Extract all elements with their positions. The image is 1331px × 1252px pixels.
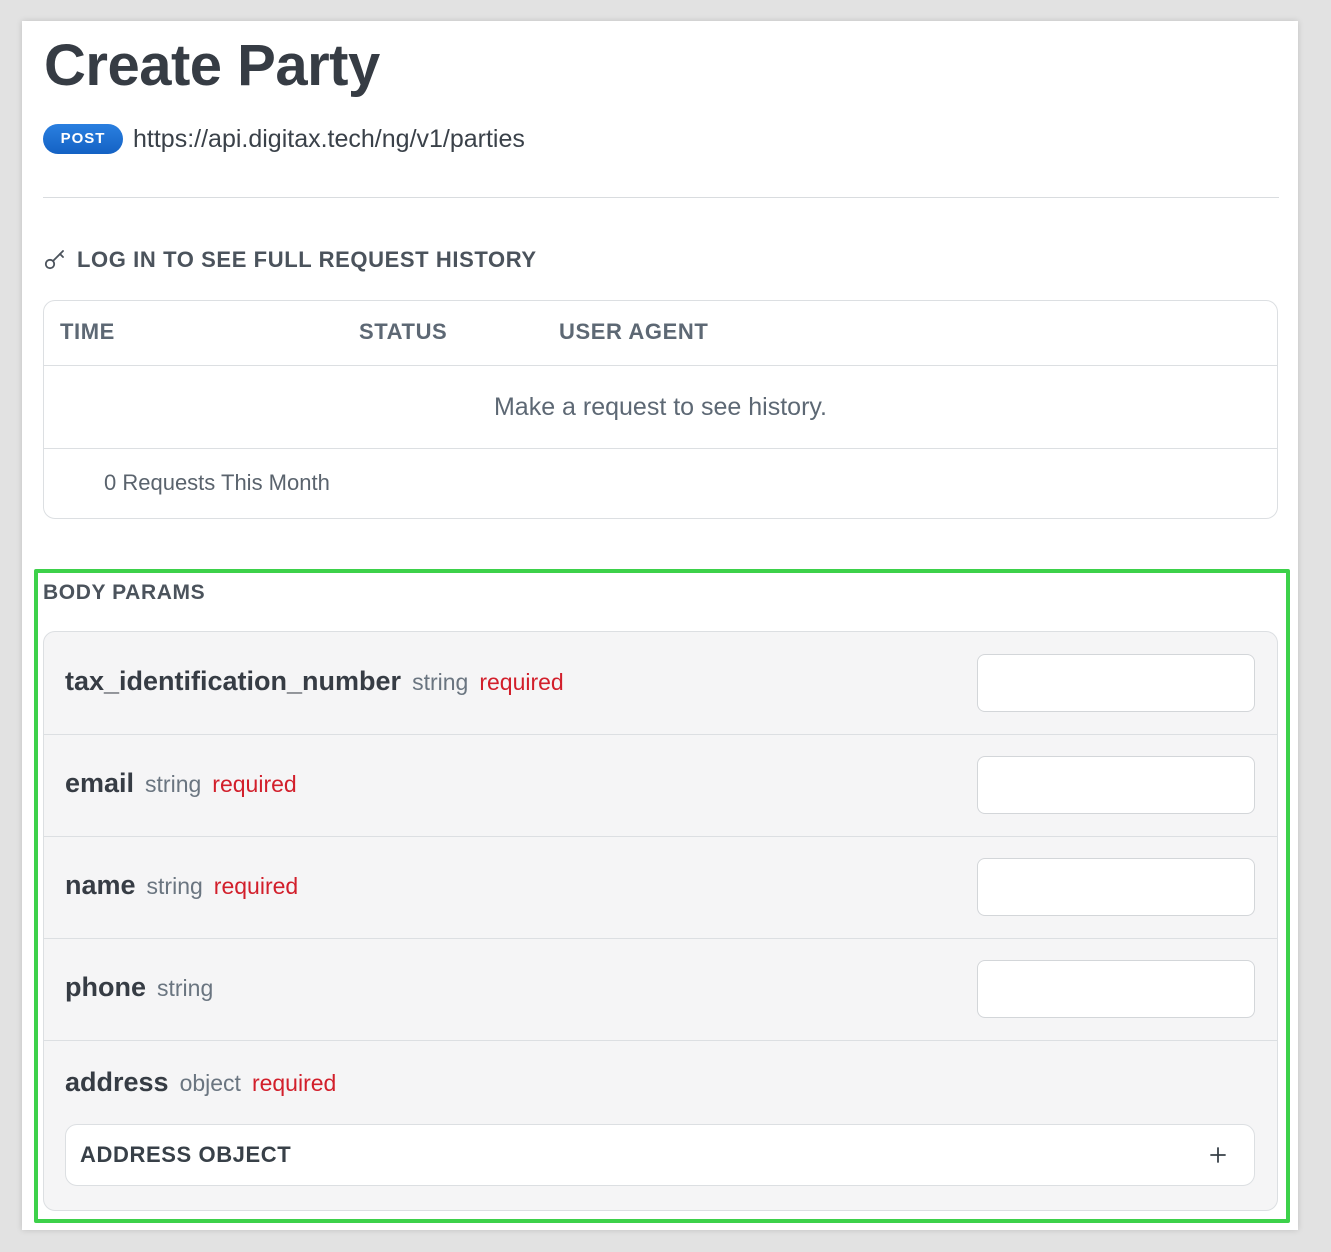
param-row-name: name string required	[44, 836, 1277, 939]
param-name: address	[65, 1067, 169, 1097]
param-row-address: address object required ADDRESS OBJECT	[44, 1040, 1277, 1210]
param-type: string	[145, 771, 202, 797]
param-type: string	[146, 873, 203, 899]
param-row-phone: phone string	[44, 938, 1277, 1041]
endpoint-url: https://api.digitax.tech/ng/v1/parties	[133, 124, 525, 153]
key-icon	[44, 250, 64, 270]
param-row-tax-identification-number: tax_identification_number string require…	[44, 632, 1277, 735]
param-type: object	[179, 1070, 241, 1096]
param-name: name	[65, 870, 136, 900]
param-required: required	[479, 669, 564, 695]
method-badge: POST	[43, 124, 123, 154]
app-window: Create Party POST https://api.digitax.te…	[22, 21, 1298, 1230]
monthly-request-count: 0 Requests This Month	[104, 470, 330, 495]
param-type: string	[157, 975, 214, 1001]
column-header-time: TIME	[60, 319, 115, 344]
param-row-email: email string required	[44, 734, 1277, 837]
param-label: email string required	[65, 768, 297, 799]
param-type: string	[412, 669, 469, 695]
body-params-heading: BODY PARAMS	[43, 581, 206, 604]
param-label: tax_identification_number string require…	[65, 666, 564, 697]
phone-input[interactable]	[977, 960, 1255, 1018]
empty-history-message: Make a request to see history.	[44, 366, 1277, 449]
column-header-user-agent: USER AGENT	[559, 319, 709, 344]
param-required: required	[212, 771, 297, 797]
param-required: required	[213, 873, 299, 899]
address-object-label: ADDRESS OBJECT	[80, 1142, 292, 1167]
login-history-label: LOG IN TO SEE FULL REQUEST HISTORY	[77, 247, 537, 272]
param-label: phone string	[65, 972, 224, 1003]
address-object-expander[interactable]: ADDRESS OBJECT	[65, 1124, 1255, 1186]
tax-identification-number-input[interactable]	[977, 654, 1255, 712]
table-header: TIME STATUS USER AGENT	[44, 301, 1277, 366]
section-divider	[43, 197, 1279, 198]
endpoint-url-row: POST https://api.digitax.tech/ng/v1/part…	[43, 124, 525, 154]
page-title: Create Party	[44, 33, 380, 98]
param-label: address object required	[65, 1067, 336, 1098]
param-name: email	[65, 768, 135, 798]
param-name: tax_identification_number	[65, 666, 402, 696]
email-input[interactable]	[977, 756, 1255, 814]
param-label: name string required	[65, 870, 298, 901]
param-required: required	[251, 1070, 337, 1096]
request-history-table: TIME STATUS USER AGENT Make a request to…	[43, 300, 1278, 519]
name-input[interactable]	[977, 858, 1255, 916]
param-name: phone	[65, 972, 146, 1002]
column-header-status: STATUS	[359, 319, 448, 344]
login-history-link[interactable]: LOG IN TO SEE FULL REQUEST HISTORY	[43, 247, 537, 273]
plus-icon[interactable]	[1208, 1145, 1228, 1165]
body-params-card: tax_identification_number string require…	[43, 631, 1278, 1211]
